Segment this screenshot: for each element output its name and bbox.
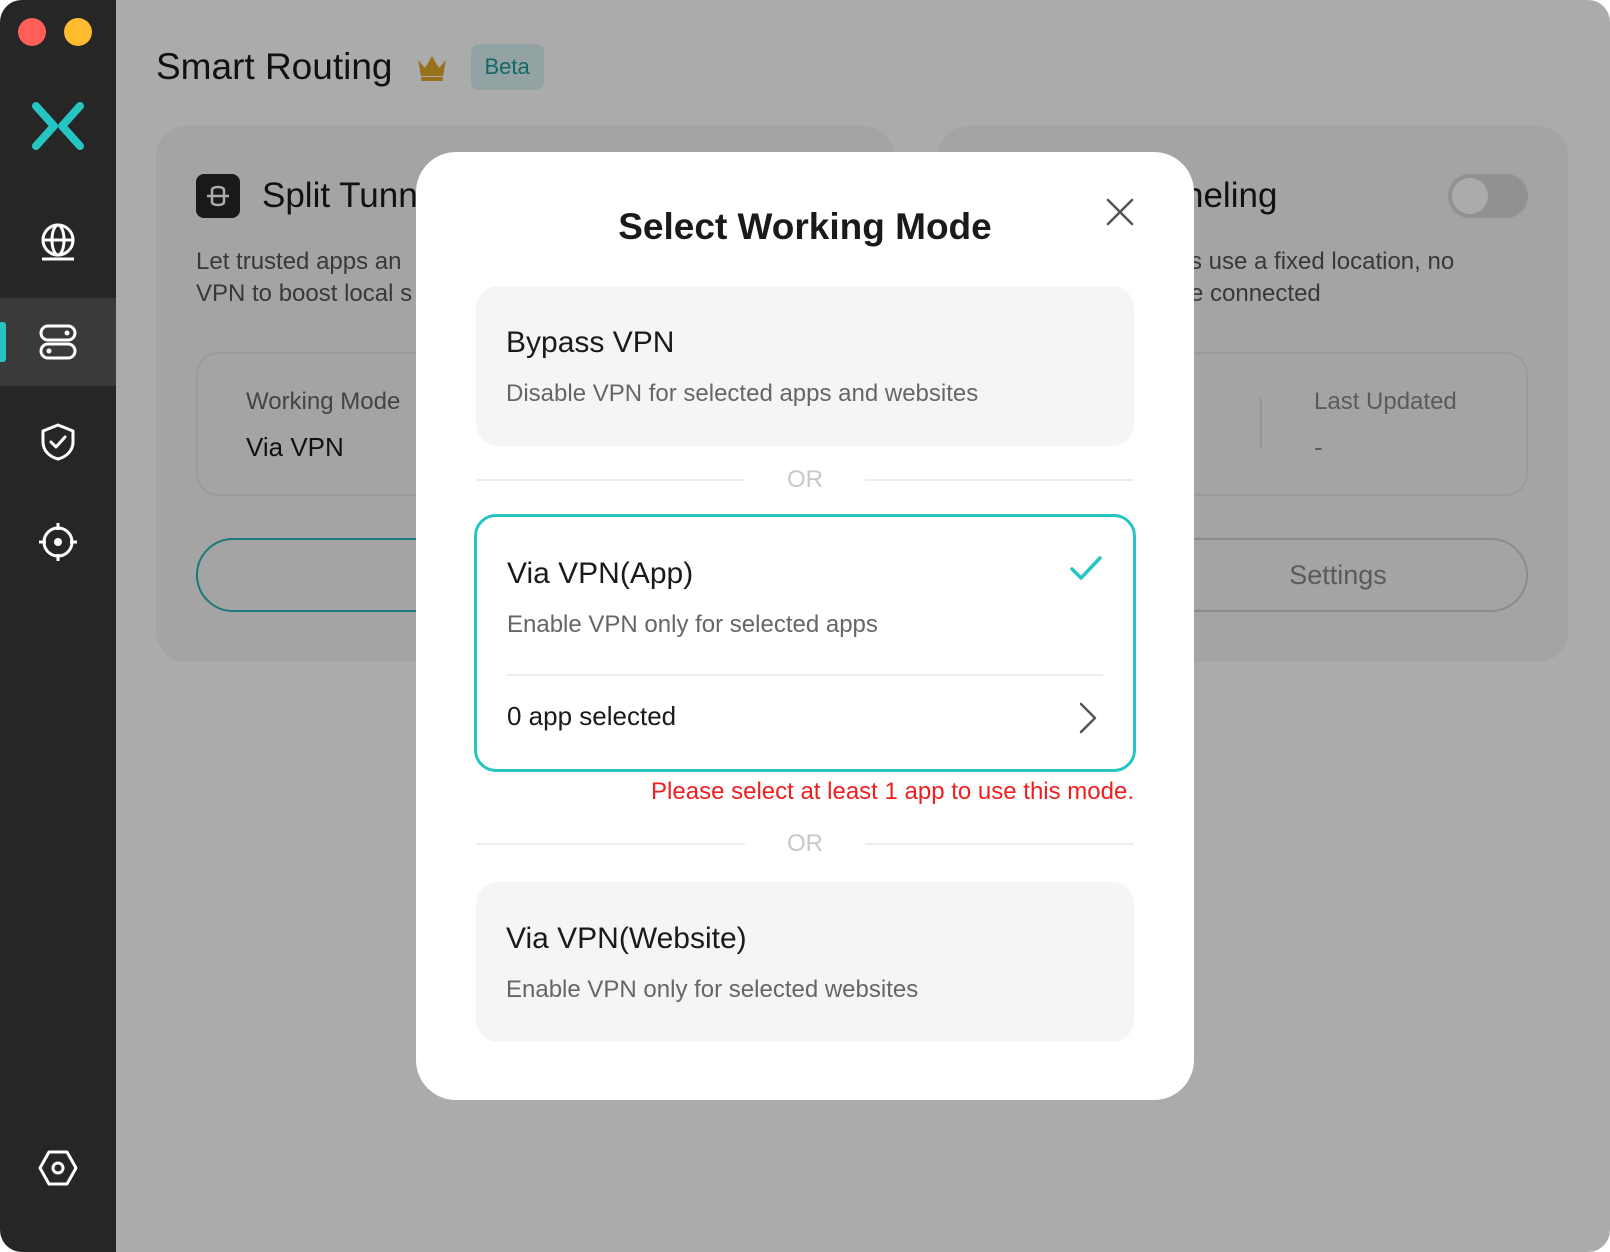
option-description: Enable VPN only for selected websites — [506, 976, 919, 1003]
dialog-title: Select Working Mode — [618, 206, 992, 247]
close-window-button[interactable] — [18, 18, 46, 46]
crosshair-icon — [39, 523, 77, 561]
option-via-vpn-app[interactable]: Via VPN(App) Enable VPN only for selecte… — [474, 514, 1136, 772]
nav-item-smart-routing[interactable] — [0, 298, 116, 386]
option-title: Via VPN(Website) — [506, 922, 747, 955]
app-logo-icon — [32, 102, 84, 150]
option-title: Bypass VPN — [506, 326, 675, 359]
divider — [507, 674, 1103, 676]
minimize-window-button[interactable] — [64, 18, 92, 46]
nav-item-settings[interactable] — [0, 1124, 116, 1212]
option-description: Disable VPN for selected apps and websit… — [506, 380, 979, 407]
or-separator: OR — [476, 465, 1134, 495]
routing-icon — [39, 324, 77, 360]
shield-check-icon — [41, 423, 75, 461]
or-separator: OR — [476, 829, 1134, 859]
check-icon — [1070, 556, 1102, 580]
chevron-right-icon[interactable] — [1077, 701, 1099, 735]
select-working-mode-dialog: Select Working Mode Bypass VPN Disable V… — [416, 152, 1194, 1100]
nav-item-locations[interactable] — [0, 198, 116, 286]
option-bypass-vpn[interactable]: Bypass VPN Disable VPN for selected apps… — [476, 286, 1134, 446]
apps-selected-link[interactable]: 0 app selected — [507, 701, 676, 732]
nav-item-tools[interactable] — [0, 498, 116, 586]
globe-icon — [41, 223, 75, 261]
option-via-vpn-website[interactable]: Via VPN(Website) Enable VPN only for sel… — [476, 882, 1134, 1042]
nav-item-security[interactable] — [0, 398, 116, 486]
or-text: OR — [787, 466, 823, 493]
or-text: OR — [787, 830, 823, 857]
app-window: Smart Routing Beta Split Tunn Let truste… — [0, 0, 1610, 1252]
option-description: Enable VPN only for selected apps — [507, 611, 878, 638]
option-title: Via VPN(App) — [507, 557, 694, 590]
settings-hex-icon — [38, 1150, 78, 1186]
error-message: Please select at least 1 app to use this… — [651, 778, 1134, 805]
sidebar — [0, 0, 116, 1252]
close-icon[interactable] — [1102, 194, 1138, 230]
